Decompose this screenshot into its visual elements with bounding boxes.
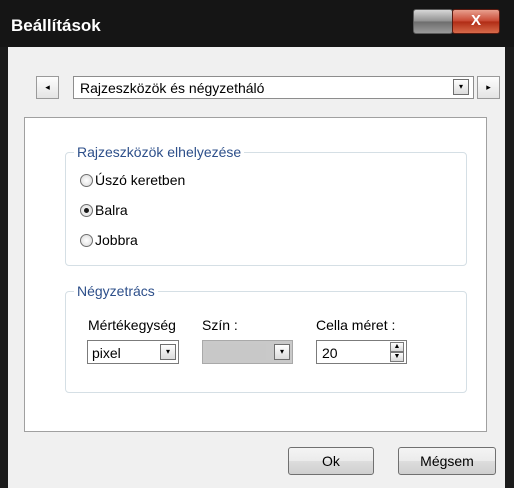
title-bar[interactable]: Beállítások X: [0, 0, 514, 47]
unit-select[interactable]: pixel ▾: [87, 340, 179, 364]
chevron-down-icon: ▼: [393, 353, 401, 360]
close-icon: X: [470, 12, 481, 29]
cell-size-stepper[interactable]: 20 ▲ ▼: [316, 340, 407, 364]
prev-page-button[interactable]: ◂: [36, 76, 59, 99]
chevron-down-icon: ▾: [458, 82, 463, 91]
cancel-button[interactable]: Mégsem: [398, 447, 496, 475]
settings-panel: Rajzeszközök elhelyezése Úszó keretben B…: [24, 117, 487, 432]
color-label: Szín :: [202, 317, 238, 333]
radio-right[interactable]: Jobbra: [80, 230, 138, 250]
grid-legend: Négyzetrács: [74, 283, 158, 299]
radio-floating-label: Úszó keretben: [95, 172, 186, 188]
radio-left-label: Balra: [95, 202, 128, 218]
color-select[interactable]: ▾: [202, 340, 293, 364]
radio-icon: [80, 173, 93, 187]
unit-dropdown-button[interactable]: ▾: [160, 344, 176, 360]
decrement-button[interactable]: ▼: [390, 352, 404, 362]
arrow-left-icon: ◂: [45, 82, 50, 92]
radio-left[interactable]: Balra: [80, 200, 128, 220]
chevron-up-icon: ▲: [393, 343, 401, 350]
category-dropdown-button[interactable]: ▾: [453, 79, 469, 95]
radio-selected-icon: [80, 203, 93, 217]
unit-label: Mértékegység: [88, 317, 176, 333]
radio-floating[interactable]: Úszó keretben: [80, 170, 185, 190]
arrow-right-icon: ▸: [486, 82, 491, 92]
color-dropdown-button[interactable]: ▾: [274, 344, 290, 360]
toolbox-placement-legend: Rajzeszközök elhelyezése: [74, 144, 245, 160]
radio-icon: [80, 233, 93, 247]
category-select[interactable]: Rajzeszközök és négyzetháló ▾: [73, 76, 474, 99]
cell-size-label: Cella méret :: [316, 317, 396, 333]
cell-size-value: 20: [322, 345, 338, 361]
next-page-button[interactable]: ▸: [477, 76, 500, 99]
grid-group: Négyzetrács Mértékegység Szín : Cella mé…: [65, 283, 467, 393]
chevron-down-icon: ▾: [279, 347, 284, 356]
unit-select-value: pixel: [92, 345, 121, 361]
settings-dialog: Beállítások X ◂ Rajzeszközök és négyzeth…: [0, 0, 514, 488]
toolbox-placement-group: Rajzeszközök elhelyezése Úszó keretben B…: [65, 144, 467, 266]
window-title: Beállítások: [11, 16, 101, 35]
ok-button[interactable]: Ok: [288, 447, 374, 475]
category-select-value: Rajzeszközök és négyzetháló: [80, 80, 265, 96]
maximize-button[interactable]: [413, 9, 453, 34]
increment-button[interactable]: ▲: [390, 342, 404, 352]
color-swatch: [206, 344, 266, 360]
chevron-down-icon: ▾: [165, 347, 170, 356]
close-button[interactable]: X: [452, 9, 500, 34]
radio-right-label: Jobbra: [95, 232, 138, 248]
dialog-body: ◂ Rajzeszközök és négyzetháló ▾ ▸ Rajzes…: [8, 47, 505, 488]
